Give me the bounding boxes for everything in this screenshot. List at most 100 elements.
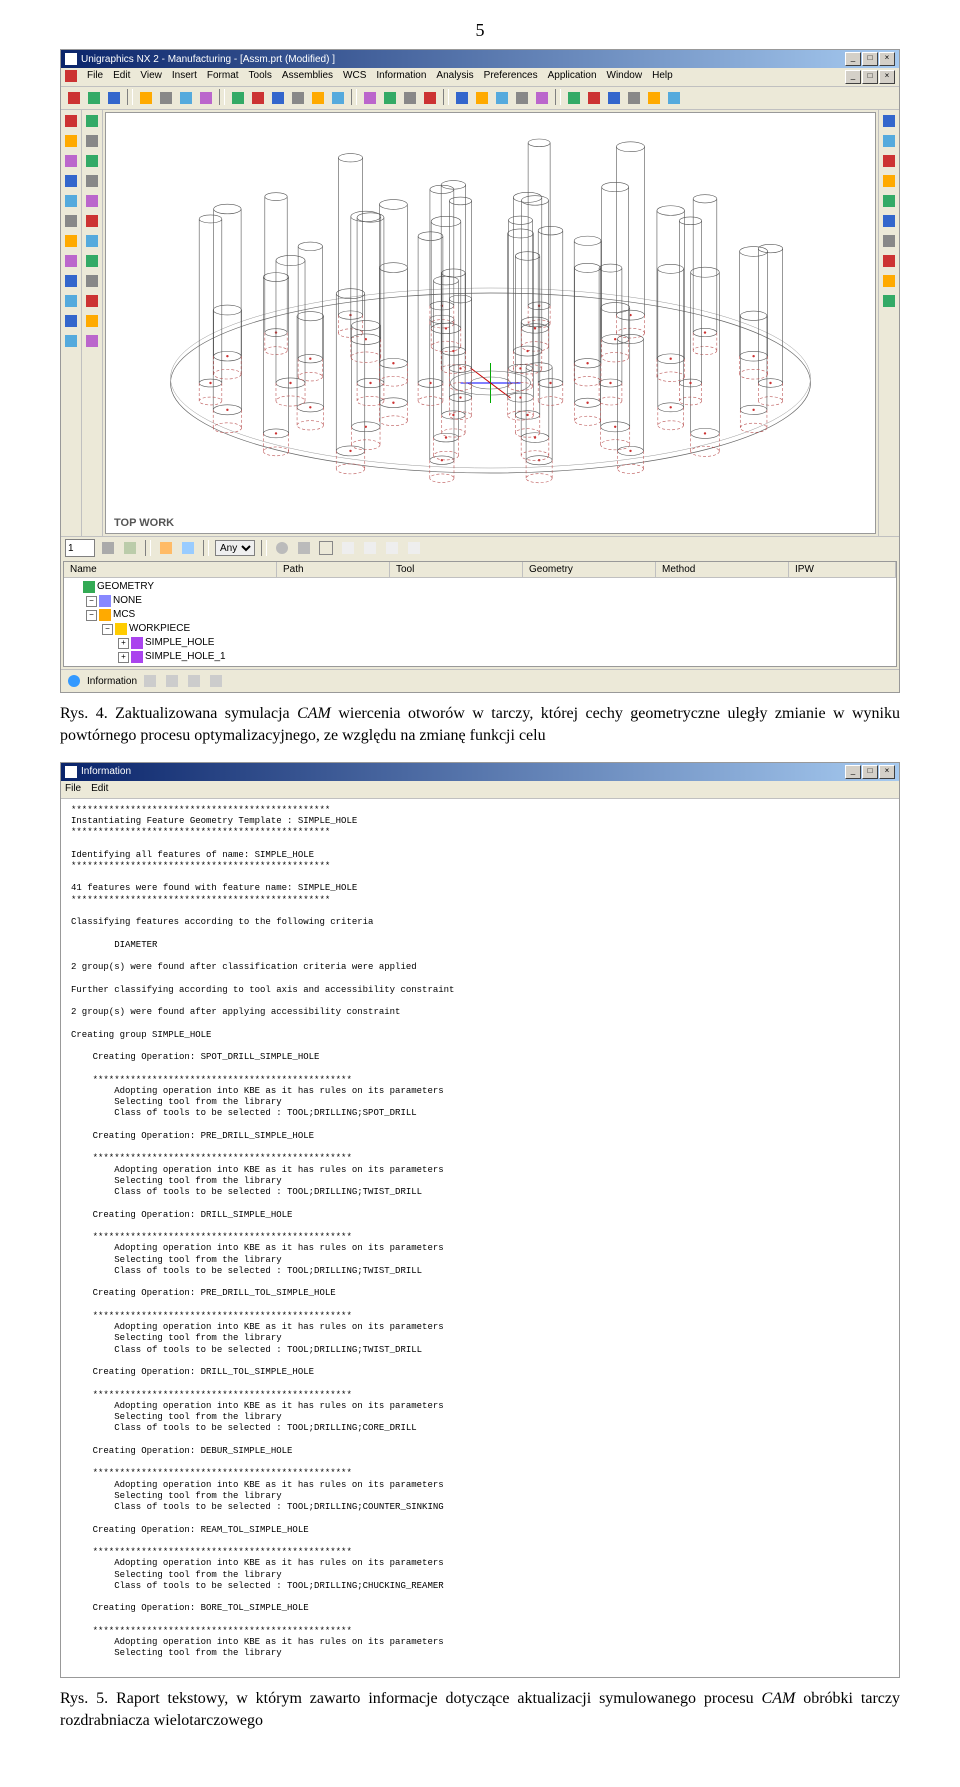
vtoolbar-button[interactable] [880,112,898,130]
snap-icon-1[interactable] [273,539,291,557]
tree-expander[interactable]: + [118,652,129,663]
toolbar-button[interactable] [85,89,103,107]
sb-icon-4[interactable] [207,672,225,690]
toolbar-button[interactable] [157,89,175,107]
toolbar-button[interactable] [665,89,683,107]
doc-close[interactable]: × [879,70,895,84]
vtoolbar-button[interactable] [62,332,80,350]
toolbar-button[interactable] [533,89,551,107]
menu-information[interactable]: Information [376,70,426,84]
menu-edit[interactable]: Edit [113,70,130,84]
toolbar-button[interactable] [381,89,399,107]
menu-file[interactable]: File [87,70,103,84]
toolbar-button[interactable] [473,89,491,107]
toolbar-button[interactable] [105,89,123,107]
vtoolbar-button[interactable] [880,292,898,310]
vtoolbar-button[interactable] [880,172,898,190]
vtoolbar-button[interactable] [83,152,101,170]
snap-icon-5[interactable] [361,539,379,557]
menu-format[interactable]: Format [207,70,239,84]
toolbar-button[interactable] [401,89,419,107]
tree-row[interactable]: +SIMPLE_HOLE_1 [68,650,892,664]
toolbar-button[interactable] [421,89,439,107]
vtoolbar-button[interactable] [880,192,898,210]
tree-row[interactable]: −WORKPIECE [68,622,892,636]
toolbar-button[interactable] [137,89,155,107]
toolbar-button[interactable] [361,89,379,107]
menu-application[interactable]: Application [548,70,597,84]
sel-icon-2[interactable] [179,539,197,557]
snap-icon-4[interactable] [339,539,357,557]
snap-icon-6[interactable] [383,539,401,557]
col-ipw[interactable]: IPW [789,562,896,577]
selection-type-select[interactable]: Any [215,540,255,556]
tree-row[interactable]: +SIMPLE_HOLE [68,636,892,650]
menu-wcs[interactable]: WCS [343,70,366,84]
toolbar-button[interactable] [269,89,287,107]
vtoolbar-button[interactable] [83,172,101,190]
vtoolbar-button[interactable] [880,212,898,230]
tree-expander[interactable]: − [102,624,113,635]
col-geometry[interactable]: Geometry [523,562,656,577]
snap-icon-2[interactable] [295,539,313,557]
vtoolbar-button[interactable] [83,112,101,130]
menu-view[interactable]: View [140,70,162,84]
vtoolbar-button[interactable] [880,152,898,170]
toolbar-button[interactable] [493,89,511,107]
toolbar-button[interactable] [65,89,83,107]
doc-max[interactable]: □ [862,70,878,84]
snap-icon-3[interactable] [317,539,335,557]
close-button[interactable]: × [879,52,895,66]
menu-tools[interactable]: Tools [249,70,272,84]
menu-help[interactable]: Help [652,70,673,84]
sb-icon-1[interactable] [141,672,159,690]
tree-expander[interactable]: + [118,638,129,649]
toolbar-button[interactable] [197,89,215,107]
menu-window[interactable]: Window [607,70,643,84]
spin-value[interactable] [65,539,95,557]
toolbar-button[interactable] [289,89,307,107]
vtoolbar-button[interactable] [62,272,80,290]
col-name[interactable]: Name [64,562,277,577]
info-menu-file[interactable]: File [65,783,81,796]
menu-preferences[interactable]: Preferences [484,70,538,84]
tree-expander[interactable]: − [86,610,97,621]
vtoolbar-button[interactable] [83,272,101,290]
snap-icon-7[interactable] [405,539,423,557]
filter-icon[interactable] [121,539,139,557]
toolbar-button[interactable] [625,89,643,107]
maximize-button[interactable]: □ [862,52,878,66]
tree-row[interactable]: −NONE [68,594,892,608]
toolbar-button[interactable] [309,89,327,107]
info-minimize-button[interactable]: _ [845,765,861,779]
spin-up-icon[interactable] [99,539,117,557]
vtoolbar-button[interactable] [880,272,898,290]
vtoolbar-button[interactable] [62,172,80,190]
info-maximize-button[interactable]: □ [862,765,878,779]
minimize-button[interactable]: _ [845,52,861,66]
vtoolbar-button[interactable] [880,232,898,250]
info-menu-edit[interactable]: Edit [91,783,108,796]
vtoolbar-button[interactable] [880,252,898,270]
menu-analysis[interactable]: Analysis [436,70,473,84]
col-method[interactable]: Method [656,562,789,577]
col-tool[interactable]: Tool [390,562,523,577]
vtoolbar-button[interactable] [62,212,80,230]
info-text-area[interactable]: ****************************************… [61,799,899,1677]
col-path[interactable]: Path [277,562,390,577]
toolbar-button[interactable] [249,89,267,107]
menu-insert[interactable]: Insert [172,70,197,84]
info-icon[interactable] [65,672,83,690]
toolbar-button[interactable] [229,89,247,107]
tree-expander[interactable]: − [86,596,97,607]
vtoolbar-button[interactable] [62,152,80,170]
vtoolbar-button[interactable] [83,252,101,270]
sb-icon-3[interactable] [185,672,203,690]
vtoolbar-button[interactable] [62,112,80,130]
menu-assemblies[interactable]: Assemblies [282,70,333,84]
sel-icon-1[interactable] [157,539,175,557]
vtoolbar-button[interactable] [83,232,101,250]
doc-min[interactable]: _ [845,70,861,84]
vtoolbar-button[interactable] [62,312,80,330]
toolbar-button[interactable] [453,89,471,107]
